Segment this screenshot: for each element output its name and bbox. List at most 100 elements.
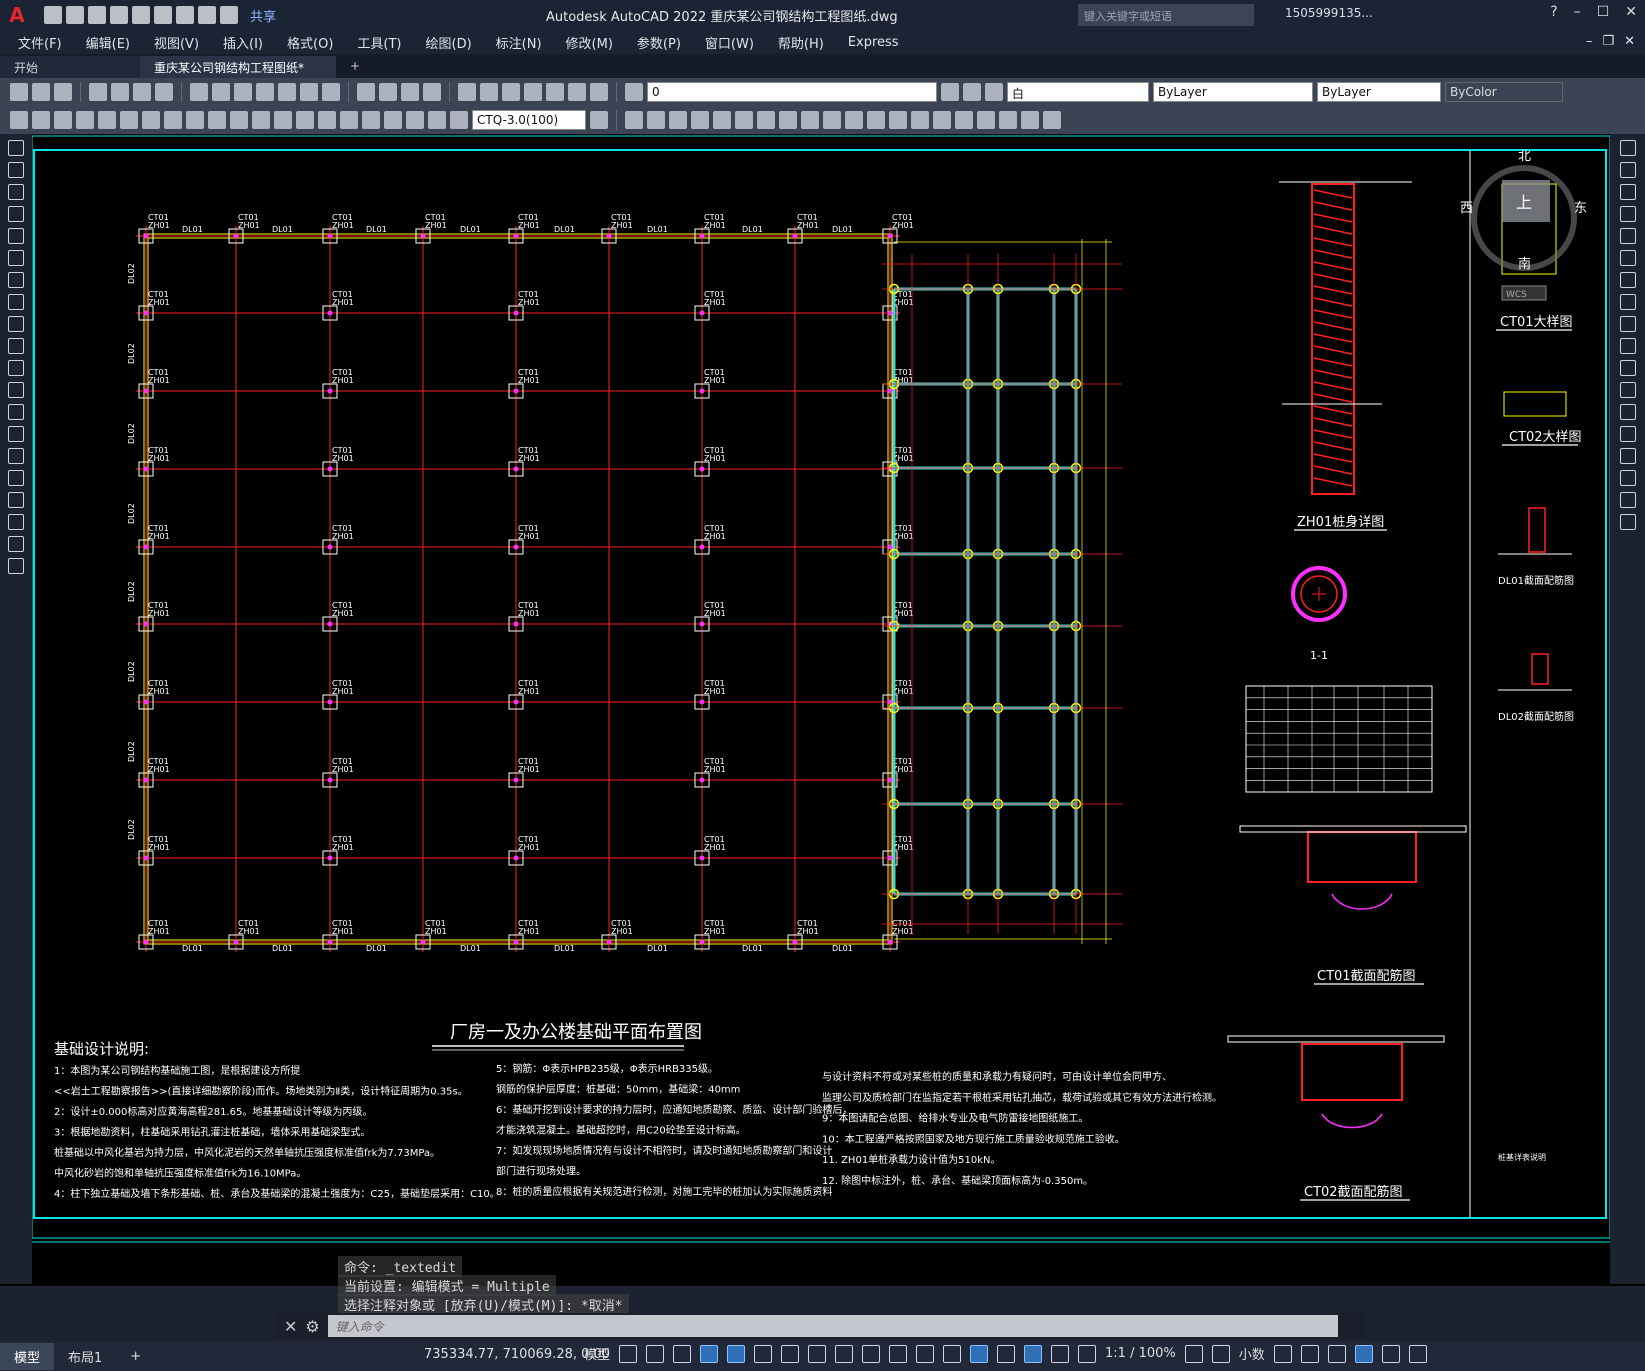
modeling-icon-4[interactable] (691, 111, 709, 129)
open-file-icon[interactable] (66, 6, 84, 24)
make-block-icon[interactable] (8, 404, 24, 420)
viewcube[interactable]: 上 北 南 东 西 WCS (1460, 149, 1587, 301)
blend-curves-icon[interactable] (1620, 492, 1636, 508)
calculator-icon[interactable] (568, 83, 586, 101)
dim-aligned-icon[interactable] (54, 111, 72, 129)
new-tab-button[interactable]: + (336, 56, 364, 78)
rectangle-icon[interactable] (8, 228, 24, 244)
center-mark-icon[interactable] (340, 111, 358, 129)
erase-icon[interactable] (1620, 140, 1636, 156)
menu-window[interactable]: 窗口(W) (705, 33, 754, 52)
selection-cycling-icon[interactable] (916, 1344, 935, 1363)
modeling-icon-20[interactable] (1043, 111, 1061, 129)
selection-filter-icon[interactable] (997, 1344, 1016, 1363)
dim-space-icon[interactable] (274, 111, 292, 129)
tab-start[interactable]: 开始 (0, 56, 140, 78)
doc-close-icon[interactable]: ✕ (1624, 34, 1635, 49)
tab-layout1[interactable]: 布局1 (54, 1343, 116, 1370)
transparency-icon[interactable] (889, 1344, 908, 1363)
copy-object-icon[interactable] (1620, 162, 1636, 178)
modeling-icon-11[interactable] (845, 111, 863, 129)
viewcube-east[interactable]: 东 (1574, 201, 1587, 216)
object-snap-icon[interactable] (835, 1344, 854, 1363)
customize-icon[interactable]: ⚙ (305, 1317, 319, 1336)
modeling-icon-13[interactable] (889, 111, 907, 129)
clean-screen-icon[interactable] (1381, 1344, 1400, 1363)
3d-osnap-icon[interactable] (943, 1344, 962, 1363)
sheet-set-icon[interactable] (524, 83, 542, 101)
menu-draw[interactable]: 绘图(D) (426, 33, 472, 52)
share-button[interactable]: 共享 (250, 6, 276, 25)
explode-icon[interactable] (1620, 514, 1636, 530)
construction-line-icon[interactable] (8, 162, 24, 178)
lock-ui-icon[interactable] (1300, 1344, 1319, 1363)
zoom-window-icon[interactable] (401, 83, 419, 101)
cut-icon[interactable] (190, 83, 208, 101)
annotation-visibility-icon[interactable] (1051, 1344, 1070, 1363)
close-command-icon[interactable]: ✕ (284, 1317, 297, 1336)
jogged-linear-icon[interactable] (384, 111, 402, 129)
chamfer-icon[interactable] (1620, 448, 1636, 464)
inspection-icon[interactable] (362, 111, 380, 129)
annotation-monitor-icon[interactable] (1211, 1344, 1230, 1363)
block-editor-icon[interactable] (278, 83, 296, 101)
workspace-icon[interactable] (1184, 1344, 1203, 1363)
web-open-icon[interactable] (132, 6, 150, 24)
auto-scale-icon[interactable] (1078, 1344, 1097, 1363)
stretch-icon[interactable] (1620, 316, 1636, 332)
arc-icon[interactable] (8, 250, 24, 266)
modeling-icon-8[interactable] (779, 111, 797, 129)
lineweight-dropdown[interactable]: ByLayer (1317, 82, 1441, 102)
infer-constraints-icon[interactable] (673, 1344, 692, 1363)
pan-icon[interactable] (357, 83, 375, 101)
table-icon[interactable] (8, 514, 24, 530)
preview-icon[interactable] (111, 83, 129, 101)
tolerance-icon[interactable] (318, 111, 336, 129)
lineweight-icon[interactable] (862, 1344, 881, 1363)
isometric-icon[interactable] (781, 1344, 800, 1363)
grid-icon[interactable] (619, 1344, 638, 1363)
modeling-icon-5[interactable] (713, 111, 731, 129)
revision-cloud-icon[interactable] (8, 294, 24, 310)
plotstyle-dropdown[interactable]: ByColor (1445, 82, 1563, 102)
scale-icon[interactable] (1620, 294, 1636, 310)
dim-arc-icon[interactable] (76, 111, 94, 129)
modeling-icon-2[interactable] (647, 111, 665, 129)
dim-jogged-icon[interactable] (142, 111, 160, 129)
dim-diameter-icon[interactable] (164, 111, 182, 129)
rotate-icon[interactable] (1620, 272, 1636, 288)
menu-parametric[interactable]: 参数(P) (637, 33, 681, 52)
new-file-icon[interactable] (44, 6, 62, 24)
customization-icon[interactable] (1408, 1344, 1427, 1363)
redo-icon[interactable] (322, 83, 340, 101)
open-icon[interactable] (32, 83, 50, 101)
tab-model[interactable]: 模型 (0, 1342, 55, 1370)
polar-tracking-icon[interactable] (754, 1344, 773, 1363)
dim-radius-icon[interactable] (120, 111, 138, 129)
zoom-realtime-icon[interactable] (379, 83, 397, 101)
move-icon[interactable] (1620, 250, 1636, 266)
dynamic-ucs-icon[interactable] (970, 1344, 989, 1363)
save-icon[interactable] (54, 83, 72, 101)
model-space-toggle[interactable]: 模型 (584, 1344, 610, 1363)
circle-icon[interactable] (8, 272, 24, 288)
join-icon[interactable] (1620, 426, 1636, 442)
quick-properties-icon[interactable] (1273, 1344, 1292, 1363)
layer-states-icon[interactable] (985, 83, 1003, 101)
design-center-icon[interactable] (480, 83, 498, 101)
layer-previous-icon[interactable] (963, 83, 981, 101)
quick-dim-icon[interactable] (208, 111, 226, 129)
dimstyle-dropdown[interactable]: CTQ-3.0(100) (472, 110, 586, 130)
viewcube-top[interactable]: 上 (1516, 193, 1532, 212)
copy-icon[interactable] (212, 83, 230, 101)
modeling-icon-12[interactable] (867, 111, 885, 129)
menu-file[interactable]: 文件(F) (18, 33, 62, 52)
menu-help[interactable]: 帮助(H) (778, 33, 824, 52)
command-input[interactable]: 键入命令 (327, 1315, 1338, 1337)
menu-dimension[interactable]: 标注(N) (496, 33, 542, 52)
menu-express[interactable]: Express (848, 35, 899, 50)
save-as-icon[interactable] (110, 6, 128, 24)
undo-icon[interactable] (198, 6, 216, 24)
linetype-dropdown[interactable]: ByLayer (1153, 82, 1313, 102)
gizmo-icon[interactable] (1024, 1344, 1043, 1363)
